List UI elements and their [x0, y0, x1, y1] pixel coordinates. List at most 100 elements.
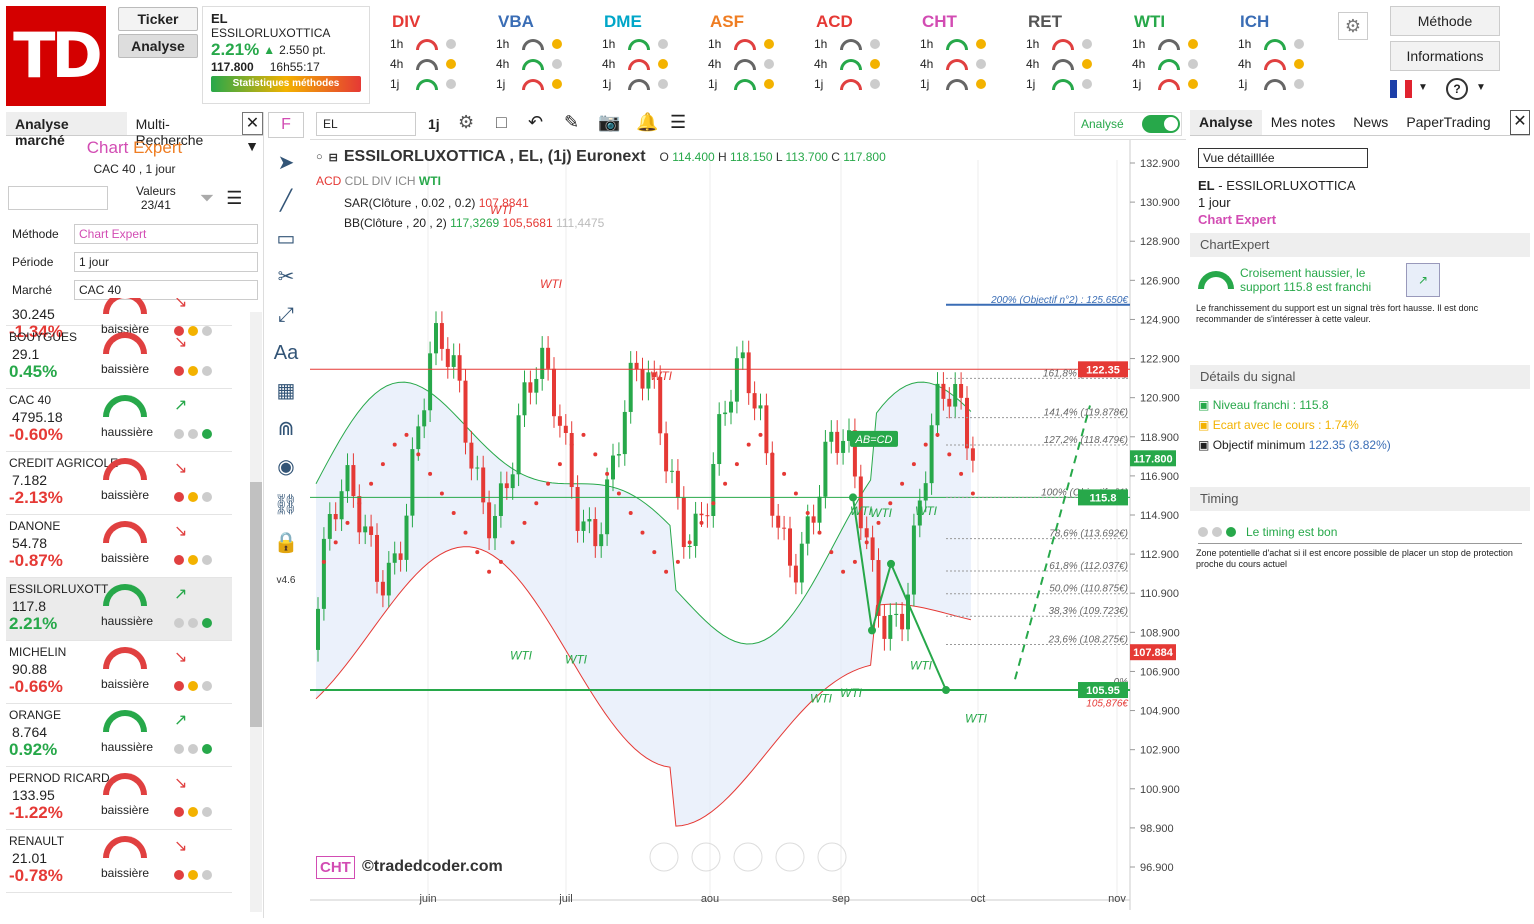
chart-area[interactable]: 132.900 130.900 128.900 126.900 124.900 122.9… [310, 140, 1186, 910]
stock-list[interactable]: 30.245 -1.34% baissière ↘ BOUYGUES 29.1 … [6, 298, 232, 918]
tab-analyse[interactable]: Analyse [1190, 110, 1262, 135]
tab-analyse-marche[interactable]: Analyse marché [6, 112, 127, 148]
search-input[interactable] [8, 186, 108, 210]
lang-dropdown-icon[interactable]: ▼ [1418, 82, 1428, 93]
chart-nav-button[interactable] [691, 842, 721, 872]
method-ret[interactable]: RET 1h 4h 1j [1020, 10, 1124, 102]
methode-select[interactable]: Chart Expert [74, 224, 258, 244]
measure-icon[interactable]: ⤢ [268, 296, 304, 334]
view-select[interactable]: Vue détailllée [1198, 148, 1368, 168]
method-ich[interactable]: ICH 1h 4h 1j [1232, 10, 1336, 102]
stock-trend: haussière [101, 614, 154, 628]
fib-label: 127,2% (118.479€) [1044, 435, 1128, 446]
square-icon[interactable]: □ [496, 112, 507, 133]
candle [941, 383, 946, 399]
sar-dot [805, 511, 810, 516]
marche-select[interactable]: CAC 40 [74, 280, 258, 300]
chart-nav-button[interactable] [733, 842, 763, 872]
month-label: juil [558, 893, 572, 905]
settings-icon[interactable]: ⚙ [458, 112, 474, 133]
line-icon[interactable]: ╱ [268, 182, 304, 220]
list-item[interactable]: DANONE 54.78 -0.87% baissière ↘ [6, 515, 232, 578]
chart-nav-button[interactable] [649, 842, 679, 872]
link-icon[interactable]: ⛓ [268, 486, 304, 524]
undo-icon[interactable]: ↶ [528, 112, 543, 133]
method-acd[interactable]: ACD 1h 4h 1j [808, 10, 912, 102]
status-dot-icon [552, 79, 562, 89]
ruler-icon[interactable]: ▦ [268, 372, 304, 410]
list-icon[interactable]: ☰ [670, 112, 686, 133]
analyse-toggle[interactable]: Analysé [1074, 112, 1182, 136]
status-dot-icon [1082, 79, 1092, 89]
list-item[interactable]: CAC 40 4795.18 -0.60% haussière ↗ [6, 389, 232, 452]
list-item[interactable]: BOUYGUES 29.1 0.45% baissière ↘ [6, 326, 232, 389]
informations-button[interactable]: Informations [1390, 41, 1500, 71]
help-dropdown-icon[interactable]: ▼ [1476, 82, 1486, 93]
lock-icon[interactable]: 🔒 [268, 524, 304, 562]
method-vba[interactable]: VBA 1h 4h 1j [490, 10, 594, 102]
method-wti[interactable]: WTI 1h 4h 1j [1126, 10, 1230, 102]
text-icon[interactable]: Aa [268, 334, 304, 372]
tab-papertrading[interactable]: PaperTrading [1397, 110, 1499, 135]
price-tick-label: 100.900 [1140, 784, 1180, 796]
cursor-icon[interactable]: ➤ [268, 144, 304, 182]
list-item[interactable]: 30.245 -1.34% baissière ↘ [6, 298, 232, 341]
sliders-icon[interactable]: ☰ [226, 188, 242, 209]
candle [705, 515, 710, 517]
eye-icon[interactable]: ◉ [268, 448, 304, 486]
rectangle-icon[interactable]: ▭ [268, 220, 304, 258]
chart-nav-button[interactable] [775, 842, 805, 872]
trend-gauge-icon [103, 647, 147, 669]
scrollbar[interactable] [250, 312, 262, 912]
collapse-icon[interactable]: ▼ [245, 138, 259, 154]
close-icon[interactable]: ✕ [241, 112, 263, 135]
sar-dot [829, 550, 834, 555]
f-button[interactable]: F [268, 112, 304, 138]
camera-icon[interactable]: 📷 [598, 112, 620, 133]
trend-arrow-icon: ↘ [174, 649, 188, 666]
filter-icon[interactable]: ⏷ [200, 188, 214, 209]
stats-methods-bar[interactable]: Statistiques méthodes [211, 76, 361, 92]
trend-gauge-icon [1158, 78, 1180, 90]
bell-icon[interactable]: 🔔 [636, 112, 658, 133]
trend-gauge-icon [734, 38, 756, 50]
tab-mes-notes[interactable]: Mes notes [1262, 110, 1345, 135]
method-dme[interactable]: DME 1h 4h 1j [596, 10, 700, 102]
magnet-icon[interactable]: ⋒ [268, 410, 304, 448]
tab-multi-recherche[interactable]: Multi-Recherche [127, 112, 242, 148]
sar-dot [734, 462, 739, 467]
list-item[interactable]: CREDIT AGRICOLE 7.182 -2.13% baissière ↘ [6, 452, 232, 515]
method-div[interactable]: DIV 1h 4h 1j [384, 10, 488, 102]
help-icon[interactable]: ? [1446, 78, 1468, 100]
price-chart[interactable]: 132.900 130.900 128.900 126.900 124.900 122.9… [310, 140, 1186, 910]
list-item[interactable]: RENAULT 21.01 -0.78% baissière ↘ [6, 830, 232, 893]
trend-gauge-icon [628, 78, 650, 90]
indicator-list[interactable]: ACD CDL DIV ICH WTI [316, 174, 441, 188]
symbol-input[interactable]: EL [316, 112, 416, 136]
analyse-button[interactable]: Analyse [118, 34, 198, 58]
close-panel-icon[interactable]: ✕ [1510, 110, 1530, 135]
list-item[interactable]: PERNOD RICARD 133.95 -1.22% baissière ↘ [6, 767, 232, 830]
chart-nav-button[interactable] [817, 842, 847, 872]
tab-news[interactable]: News [1344, 110, 1397, 135]
candle [510, 474, 515, 489]
signal-dot-icon [202, 618, 212, 628]
price-tick-label: 122.900 [1140, 354, 1180, 366]
fork-icon[interactable]: ✂ [268, 258, 304, 296]
french-flag-icon[interactable] [1390, 80, 1412, 98]
list-item[interactable]: MICHELIN 90.88 -0.66% baissière ↘ [6, 641, 232, 704]
candle [770, 453, 775, 516]
circle-icon[interactable]: ○ [316, 151, 323, 163]
method-asf[interactable]: ASF 1h 4h 1j [702, 10, 806, 102]
minus-box-icon[interactable]: ⊟ [329, 151, 338, 164]
settings-gear-icon[interactable]: ⚙ [1338, 12, 1368, 40]
pen-icon[interactable]: ✎ [564, 112, 579, 133]
periode-select[interactable]: 1 jour [74, 252, 258, 272]
ticker-button[interactable]: Ticker [118, 7, 198, 31]
timeframe-button[interactable]: 1j [428, 116, 440, 132]
list-item[interactable]: ESSILORLUXOTT 117.8 2.21% haussière ↗ [6, 578, 232, 641]
candle [675, 470, 680, 498]
list-item[interactable]: ORANGE 8.764 0.92% haussière ↗ [6, 704, 232, 767]
methode-button[interactable]: Méthode [1390, 6, 1500, 36]
method-cht[interactable]: CHT 1h 4h 1j [914, 10, 1018, 102]
